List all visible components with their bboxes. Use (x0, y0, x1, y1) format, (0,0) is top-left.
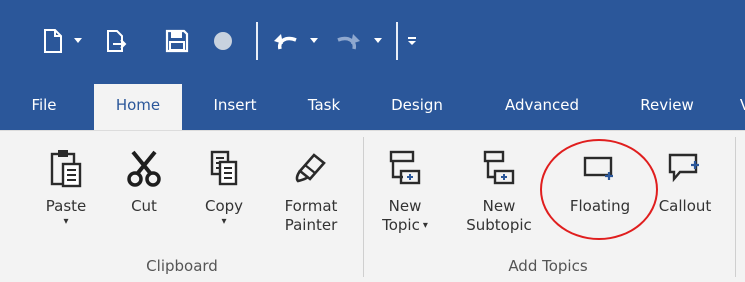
new-topic-dropdown-icon[interactable]: ▾ (423, 216, 428, 235)
copy-button[interactable]: Copy ▾ (200, 139, 248, 228)
format-painter-label-line1: Format (284, 197, 338, 215)
circle-icon[interactable] (208, 26, 238, 56)
new-topic-label-line1: New (388, 197, 422, 215)
group-separator (735, 137, 736, 277)
undo-dropdown-icon[interactable] (306, 26, 322, 56)
new-document-dropdown-icon[interactable] (70, 26, 86, 56)
toolbar-separator (396, 22, 398, 60)
save-icon[interactable] (162, 26, 192, 56)
quick-access-toolbar (0, 0, 745, 80)
tab-file[interactable]: File (24, 80, 64, 130)
group-separator (363, 137, 364, 277)
copy-dropdown-icon[interactable]: ▾ (221, 216, 226, 228)
floating-label: Floating (569, 197, 631, 215)
paste-dropdown-icon[interactable]: ▾ (63, 216, 68, 228)
tab-task[interactable]: Task (301, 80, 347, 130)
new-document-icon[interactable] (38, 26, 68, 56)
open-file-icon[interactable] (102, 26, 132, 56)
clipboard-group-label: Clipboard (146, 257, 218, 275)
paste-button[interactable]: Paste ▾ (38, 139, 94, 228)
format-painter-label-line2: Painter (284, 216, 338, 234)
cut-button[interactable]: Cut (122, 139, 166, 216)
new-topic-label-row: Topic ▾ (382, 216, 428, 235)
cut-label: Cut (131, 197, 157, 215)
undo-icon[interactable] (270, 26, 300, 56)
floating-topic-button[interactable]: Floating (560, 139, 640, 216)
tab-advanced[interactable]: Advanced (490, 80, 594, 130)
paintbrush-icon (286, 139, 336, 197)
copy-label: Copy (204, 197, 244, 215)
ribbon-tabs: File Home Insert Task Design Advanced Re… (0, 80, 745, 130)
new-topic-icon (380, 139, 430, 197)
scissors-icon (119, 139, 169, 197)
tab-design[interactable]: Design (384, 80, 450, 130)
format-painter-button[interactable]: Format Painter (280, 139, 342, 235)
redo-icon[interactable] (334, 26, 364, 56)
floating-topic-icon (575, 139, 625, 197)
callout-button[interactable]: Callout (652, 139, 718, 216)
callout-label: Callout (658, 197, 712, 215)
customize-icon[interactable] (404, 26, 420, 56)
new-subtopic-button[interactable]: New Subtopic (460, 139, 538, 235)
add-topics-group-label: Add Topics (508, 257, 588, 275)
ribbon-panel: Paste ▾ Cut Copy ▾ Format Painter Clipbo… (0, 130, 745, 282)
paste-icon (41, 139, 91, 197)
new-subtopic-label-line1: New (482, 197, 516, 215)
new-subtopic-label-line2: Subtopic (466, 216, 532, 234)
callout-icon (660, 139, 710, 197)
new-subtopic-icon (474, 139, 524, 197)
paste-label: Paste (45, 197, 87, 215)
tab-review[interactable]: Review (632, 80, 702, 130)
tab-view[interactable]: V (738, 80, 745, 130)
copy-icon (199, 139, 249, 197)
new-topic-button[interactable]: New Topic ▾ (378, 139, 432, 235)
tab-home[interactable]: Home (94, 84, 182, 130)
new-topic-label-line2: Topic (382, 216, 420, 234)
redo-dropdown-icon[interactable] (370, 26, 386, 56)
tab-insert[interactable]: Insert (205, 80, 265, 130)
toolbar-separator (256, 22, 258, 60)
